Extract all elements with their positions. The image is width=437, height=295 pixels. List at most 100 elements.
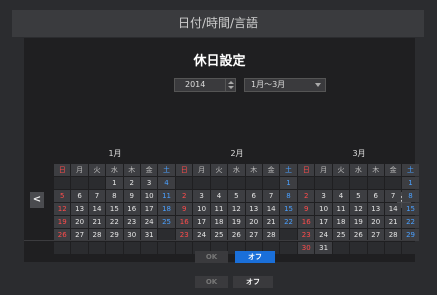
weekday-header: 土 xyxy=(158,164,175,176)
empty-day-cell xyxy=(193,177,210,189)
day-cell[interactable]: 5 xyxy=(350,190,367,202)
day-cell[interactable]: 1 xyxy=(106,177,123,189)
day-cell[interactable]: 15 xyxy=(402,203,419,215)
day-cell[interactable]: 9 xyxy=(123,190,140,202)
spin-arrows-icon[interactable] xyxy=(225,79,235,91)
holiday-settings-dialog: 休日設定 2014 1月～3月 < > 1月日月火水木金土12345678910… xyxy=(24,38,419,263)
day-cell[interactable]: 11 xyxy=(210,203,228,215)
day-cell[interactable]: 19 xyxy=(228,216,245,228)
empty-day-cell xyxy=(228,177,245,189)
day-cell[interactable]: 15 xyxy=(280,203,297,215)
weekday-header: 月 xyxy=(71,164,88,176)
day-cell[interactable]: 5 xyxy=(228,190,245,202)
day-cell[interactable]: 3 xyxy=(193,190,210,202)
day-cell[interactable]: 18 xyxy=(332,216,350,228)
day-cell[interactable]: 31 xyxy=(315,242,332,254)
day-cell[interactable]: 13 xyxy=(71,203,88,215)
day-cell[interactable]: 10 xyxy=(315,203,332,215)
day-cell[interactable]: 13 xyxy=(245,203,262,215)
day-cell[interactable]: 8 xyxy=(402,190,419,202)
day-cell[interactable]: 14 xyxy=(88,203,106,215)
footer-off-button[interactable]: オフ xyxy=(233,276,273,288)
day-cell[interactable]: 7 xyxy=(262,190,280,202)
day-cell[interactable]: 6 xyxy=(367,190,384,202)
day-cell[interactable]: 16 xyxy=(123,203,140,215)
day-cell[interactable]: 20 xyxy=(245,216,262,228)
day-cell[interactable]: 7 xyxy=(88,190,106,202)
day-cell[interactable]: 6 xyxy=(71,190,88,202)
weekday-header: 木 xyxy=(123,164,140,176)
weekday-header: 木 xyxy=(367,164,384,176)
day-cell[interactable]: 30 xyxy=(298,242,315,254)
day-cell[interactable]: 18 xyxy=(158,203,175,215)
day-cell[interactable]: 22 xyxy=(280,216,297,228)
day-cell[interactable]: 23 xyxy=(123,216,140,228)
day-cell[interactable]: 22 xyxy=(106,216,123,228)
prev-months-button[interactable]: < xyxy=(30,192,44,208)
day-cell[interactable]: 3 xyxy=(315,190,332,202)
day-cell[interactable]: 11 xyxy=(332,203,350,215)
dialog-ok-button[interactable]: OK xyxy=(195,251,228,263)
footer-ok-button[interactable]: OK xyxy=(195,276,228,288)
day-cell[interactable]: 16 xyxy=(298,216,315,228)
day-cell[interactable]: 2 xyxy=(123,177,140,189)
day-cell[interactable]: 2 xyxy=(176,190,193,202)
day-cell[interactable]: 12 xyxy=(228,203,245,215)
calendar-month-title: 2月 xyxy=(230,149,244,158)
day-cell[interactable]: 21 xyxy=(262,216,280,228)
day-cell[interactable]: 19 xyxy=(350,216,367,228)
empty-day-cell xyxy=(280,242,297,254)
day-cell[interactable]: 17 xyxy=(140,203,158,215)
weekday-header: 水 xyxy=(228,164,245,176)
day-cell[interactable]: 21 xyxy=(88,216,106,228)
day-cell[interactable]: 7 xyxy=(384,190,402,202)
weekday-header: 金 xyxy=(384,164,402,176)
day-cell[interactable]: 3 xyxy=(140,177,158,189)
day-cell[interactable]: 13 xyxy=(367,203,384,215)
day-cell[interactable]: 10 xyxy=(140,190,158,202)
day-cell[interactable]: 25 xyxy=(158,216,175,228)
day-cell[interactable]: 22 xyxy=(402,216,419,228)
day-cell[interactable]: 18 xyxy=(210,216,228,228)
day-cell[interactable]: 12 xyxy=(54,203,71,215)
dialog-off-button[interactable]: オフ xyxy=(235,251,275,263)
window-title: 日付/時間/言語 xyxy=(12,10,424,37)
day-cell[interactable]: 8 xyxy=(106,190,123,202)
day-cell[interactable]: 20 xyxy=(367,216,384,228)
day-cell[interactable]: 20 xyxy=(71,216,88,228)
empty-day-cell xyxy=(54,242,71,254)
weekday-header: 日 xyxy=(54,164,71,176)
day-cell[interactable]: 4 xyxy=(332,190,350,202)
day-cell[interactable]: 15 xyxy=(106,203,123,215)
day-cell[interactable]: 4 xyxy=(158,177,175,189)
weekday-header: 火 xyxy=(332,164,350,176)
day-cell[interactable]: 14 xyxy=(262,203,280,215)
year-stepper[interactable]: 2014 xyxy=(174,78,236,92)
day-cell[interactable]: 1 xyxy=(402,177,419,189)
day-cell[interactable]: 19 xyxy=(54,216,71,228)
day-cell[interactable]: 12 xyxy=(350,203,367,215)
day-cell[interactable]: 8 xyxy=(280,190,297,202)
day-cell[interactable]: 4 xyxy=(210,190,228,202)
day-cell[interactable]: 11 xyxy=(158,190,175,202)
day-cell[interactable]: 5 xyxy=(54,190,71,202)
empty-day-cell xyxy=(262,177,280,189)
weekday-header: 日 xyxy=(176,164,193,176)
day-cell[interactable]: 21 xyxy=(384,216,402,228)
day-cell[interactable]: 9 xyxy=(176,203,193,215)
day-cell[interactable]: 17 xyxy=(315,216,332,228)
day-cell[interactable]: 6 xyxy=(245,190,262,202)
day-cell[interactable]: 16 xyxy=(176,216,193,228)
empty-day-cell xyxy=(298,177,315,189)
day-cell[interactable]: 9 xyxy=(298,203,315,215)
day-cell[interactable]: 14 xyxy=(384,203,402,215)
month-range-select[interactable]: 1月～3月 xyxy=(244,78,326,92)
weekday-header: 金 xyxy=(262,164,280,176)
day-cell[interactable]: 2 xyxy=(298,190,315,202)
day-cell[interactable]: 10 xyxy=(193,203,210,215)
day-cell[interactable]: 1 xyxy=(280,177,297,189)
day-cell[interactable]: 17 xyxy=(193,216,210,228)
weekday-header: 火 xyxy=(210,164,228,176)
day-cell[interactable]: 24 xyxy=(140,216,158,228)
empty-day-cell xyxy=(88,242,106,254)
